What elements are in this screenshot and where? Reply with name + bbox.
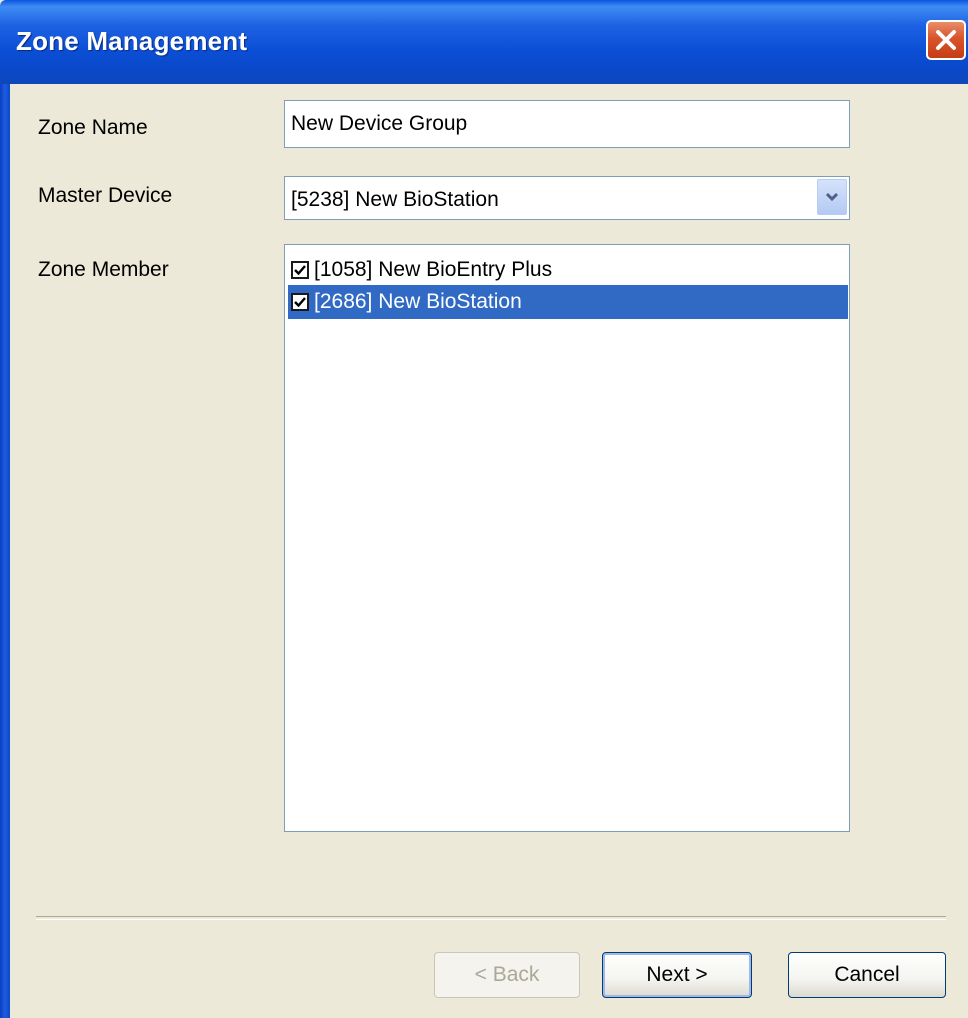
dropdown-arrow-button[interactable] [817,179,847,215]
close-button[interactable] [926,20,966,60]
checkmark-icon [294,265,306,276]
title-bar[interactable]: Zone Management [0,0,968,84]
list-item-label: [1058] New BioEntry Plus [314,258,553,281]
back-button[interactable]: < Back [434,952,580,998]
list-item-selected[interactable]: [2686] New BioStation [288,285,848,319]
window-frame-left [0,84,10,1018]
zone-member-label: Zone Member [38,258,169,281]
master-device-value: [5238] New BioStation [291,188,499,211]
close-icon [936,30,956,50]
checkbox[interactable] [291,261,309,279]
separator [36,916,946,920]
zone-name-input[interactable]: New Device Group [284,100,850,148]
zone-member-list[interactable]: [1058] New BioEntry Plus [2686] New BioS… [284,244,850,832]
checkmark-icon [294,297,306,308]
zone-name-label: Zone Name [38,116,148,139]
window-title: Zone Management [16,26,248,56]
list-item[interactable]: [1058] New BioEntry Plus [288,253,848,287]
zone-management-dialog: Zone Management Zone Name New Device Gro… [0,0,968,1018]
next-button[interactable]: Next > [602,952,752,998]
master-device-select[interactable]: [5238] New BioStation [284,176,850,220]
master-device-label: Master Device [38,184,173,207]
chevron-down-icon [825,192,839,202]
zone-name-value: New Device Group [291,112,468,135]
checkbox[interactable] [291,293,309,311]
cancel-button[interactable]: Cancel [788,952,946,998]
list-item-label: [2686] New BioStation [314,290,522,313]
